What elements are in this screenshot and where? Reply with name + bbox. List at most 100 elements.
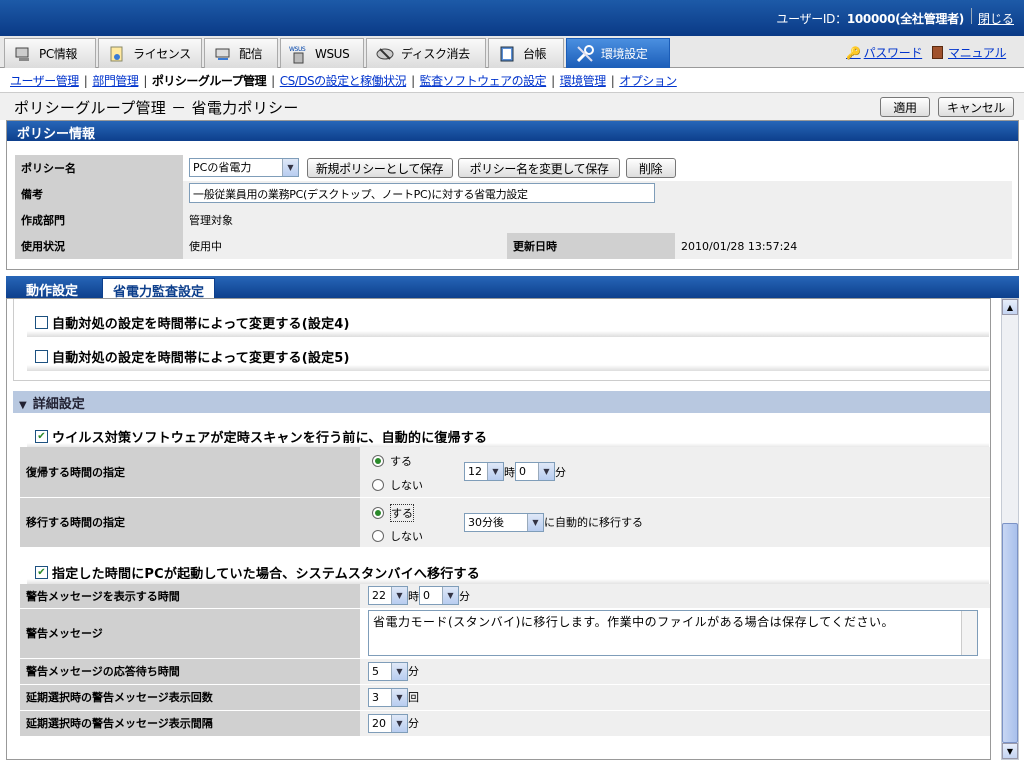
ledger-icon xyxy=(497,44,517,64)
tab-license[interactable]: ライセンス xyxy=(98,38,202,68)
warn-message-label: 警告メッセージ xyxy=(20,608,360,659)
setting4-checkbox[interactable] xyxy=(35,316,48,329)
wait-time-select[interactable]: 5 ▼ xyxy=(368,661,408,681)
chevron-down-icon: ▼ xyxy=(282,158,298,176)
subnav-environment-management[interactable]: 環境管理 xyxy=(560,74,607,88)
scroll-up-icon[interactable]: ▲ xyxy=(1002,299,1018,315)
status-label: 使用状況 xyxy=(15,233,183,259)
settings-content: 自動対処の設定を時間帯によって変更する(設定4) 自動対処の設定を時間帯によって… xyxy=(6,298,991,760)
tab-label: 台帳 xyxy=(523,47,547,61)
resume-minute-select[interactable]: 0 ▼ xyxy=(515,462,555,481)
page-header: ポリシーグループ管理 － 省電力ポリシー 適用 キャンセル xyxy=(0,92,1024,120)
setting5-checkbox-row[interactable]: 自動対処の設定を時間帯によって変更する(設定5) xyxy=(35,347,350,366)
user-info: ユーザーID：100000(全社管理者) xyxy=(776,10,964,27)
main-tabs: PC情報 ライセンス 配信 WSUS WSUS ディスク消去 台帳 環境設定 🔑… xyxy=(0,36,1024,68)
wsus-icon: WSUS xyxy=(289,44,309,64)
resume-no-radio[interactable]: しない xyxy=(372,477,423,493)
tab-label: WSUS xyxy=(315,46,350,61)
textarea-scrollbar[interactable] xyxy=(961,611,977,655)
subnav-audit-software[interactable]: 監査ソフトウェアの設定 xyxy=(420,74,547,88)
department-value: 管理対象 xyxy=(183,207,1012,233)
tab-pc-info[interactable]: PC情報 xyxy=(4,38,96,68)
transition-select[interactable]: 30分後 ▼ xyxy=(464,512,544,532)
manual-label: マニュアル xyxy=(948,46,1007,60)
tab-label: ライセンス xyxy=(133,47,191,61)
updated-value: 2010/01/28 13:57:24 xyxy=(675,233,1012,259)
postpone-interval-select[interactable]: 20 ▼ xyxy=(368,713,408,733)
license-icon xyxy=(107,44,127,64)
top-bar: ユーザーID：100000(全社管理者) 閉じる xyxy=(0,0,1024,36)
subnav-department-management[interactable]: 部門管理 xyxy=(92,74,139,88)
standby-checkbox[interactable]: ✔ xyxy=(35,566,48,579)
policy-info-header: ポリシー情報 xyxy=(7,121,1018,142)
policy-name-select[interactable]: PCの省電力 ▼ xyxy=(189,157,299,177)
user-label: ユーザーID： xyxy=(776,12,847,26)
rename-and-save-button[interactable]: ポリシー名を変更して保存 xyxy=(458,158,620,179)
tab-operation-settings[interactable]: 動作設定 xyxy=(16,278,88,299)
tab-delivery[interactable]: 配信 xyxy=(204,38,278,68)
delete-button[interactable]: 削除 xyxy=(625,158,676,179)
cancel-button[interactable]: キャンセル xyxy=(938,97,1014,117)
chevron-down-icon: ▼ xyxy=(538,463,554,480)
svg-text:WSUS: WSUS xyxy=(289,46,306,53)
virus-resume-checkbox[interactable]: ✔ xyxy=(35,430,48,443)
policy-info-panel: ポリシー情報 ポリシー名 PCの省電力 ▼ 新規ポリシーとして保存 ポリシー名を変… xyxy=(6,120,1019,270)
note-label: 備考 xyxy=(15,181,183,207)
password-label: パスワード xyxy=(863,46,923,60)
divider xyxy=(27,331,989,337)
warn-hour-select[interactable]: 22 ▼ xyxy=(368,586,408,606)
resume-time-label: 復帰する時間の指定 xyxy=(20,447,360,498)
updated-label: 更新日時 xyxy=(507,233,675,259)
user-value: 100000(全社管理者) xyxy=(846,12,964,26)
warn-message-textarea[interactable]: 省電力モード(スタンバイ)に移行します。作業中のファイルがある場合は保存してくだ… xyxy=(368,610,978,656)
tab-label: 環境設定 xyxy=(601,47,648,61)
subnav-options[interactable]: オプション xyxy=(619,74,677,88)
resume-yes-radio[interactable]: する xyxy=(372,453,412,469)
department-label: 作成部門 xyxy=(15,207,183,233)
save-as-new-policy-button[interactable]: 新規ポリシーとして保存 xyxy=(306,158,453,179)
tab-power-audit-settings[interactable]: 省電力監査設定 xyxy=(102,278,216,300)
settings-tabs: 動作設定 省電力監査設定 xyxy=(6,276,1019,300)
resume-hour-select[interactable]: 12 ▼ xyxy=(464,462,504,481)
tab-label: ディスク消去 xyxy=(401,47,470,61)
divider xyxy=(27,365,989,371)
scroll-down-icon[interactable]: ▼ xyxy=(1002,743,1018,759)
book-icon xyxy=(932,46,943,59)
password-link[interactable]: 🔑 パスワード xyxy=(846,44,922,61)
warn-time-label: 警告メッセージを表示する時間 xyxy=(20,584,360,609)
postpone-count-select[interactable]: 3 ▼ xyxy=(368,687,408,707)
content-scrollbar[interactable]: ▲ ▼ xyxy=(1001,298,1019,760)
sub-navigation: ユーザー管理 | 部門管理 | ポリシーグループ管理 | CS/DSの設定と稼働状況 | 監査ソ… xyxy=(10,74,677,88)
subnav-cs-ds-settings[interactable]: CS/DSの設定と稼働状況 xyxy=(280,74,407,88)
chevron-down-icon: ▼ xyxy=(391,714,407,732)
detail-settings-header[interactable]: ▼ 詳細設定 xyxy=(13,391,990,413)
subnav-user-management[interactable]: ユーザー管理 xyxy=(10,74,79,88)
tab-label: 配信 xyxy=(239,47,263,61)
transition-yes-radio[interactable]: する xyxy=(372,503,414,522)
delivery-icon xyxy=(213,44,233,64)
transition-no-radio[interactable]: しない xyxy=(372,528,423,544)
tab-label: PC情報 xyxy=(39,47,78,61)
tab-wsus[interactable]: WSUS WSUS xyxy=(280,38,364,68)
setting4-checkbox-row[interactable]: 自動対処の設定を時間帯によって変更する(設定4) xyxy=(35,313,350,332)
tab-ledger[interactable]: 台帳 xyxy=(488,38,564,68)
page-title: ポリシーグループ管理 － 省電力ポリシー xyxy=(14,99,299,117)
tab-disk-erase[interactable]: ディスク消去 xyxy=(366,38,486,68)
scroll-thumb[interactable] xyxy=(1002,523,1018,743)
apply-button[interactable]: 適用 xyxy=(880,97,930,117)
note-input[interactable]: 一般従業員用の業務PC(デスクトップ、ノートPC)に対する省電力設定 xyxy=(189,182,655,203)
logout-link[interactable]: 閉じる xyxy=(978,10,1014,27)
chevron-down-icon: ▼ xyxy=(442,587,458,605)
key-icon: 🔑 xyxy=(846,45,861,60)
chevron-down-icon: ▼ xyxy=(391,587,407,605)
warn-minute-select[interactable]: 0 ▼ xyxy=(419,586,459,606)
chevron-down-icon: ▼ xyxy=(391,688,407,706)
divider xyxy=(971,8,972,24)
status-value: 使用中 xyxy=(183,233,507,259)
subnav-policy-group-management[interactable]: ポリシーグループ管理 xyxy=(152,74,267,88)
manual-link[interactable]: マニュアル xyxy=(932,44,1006,61)
tab-settings[interactable]: 環境設定 xyxy=(566,38,670,68)
setting5-checkbox[interactable] xyxy=(35,350,48,363)
settings-icon xyxy=(575,44,595,64)
postpone-interval-label: 延期選択時の警告メッセージ表示間隔 xyxy=(20,710,360,737)
